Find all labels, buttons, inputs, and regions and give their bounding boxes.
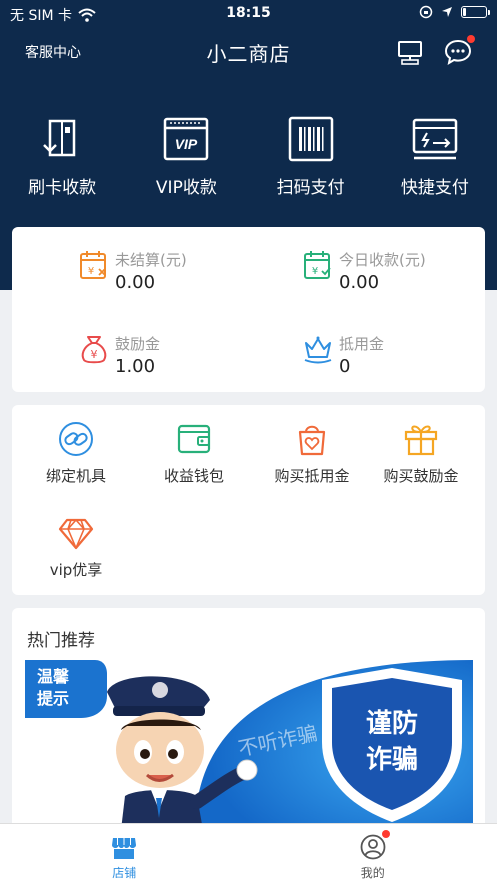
quick-action-card-swipe[interactable]: 刷卡收款 <box>0 115 124 198</box>
tab-mine[interactable]: 我的 <box>249 824 497 883</box>
wallet-icon <box>177 424 211 454</box>
stat-today-receipt[interactable]: ¥ 今日收款(元) 0.00 <box>303 249 483 309</box>
function-label: 收益钱包 <box>163 467 224 485</box>
function-wallet[interactable]: 收益钱包 <box>135 421 253 486</box>
function-label: 绑定机具 <box>45 467 106 485</box>
quick-action-label: 快捷支付 <box>400 178 469 198</box>
function-bind-device[interactable]: 绑定机具 <box>17 421 135 486</box>
section-title: 热门推荐 <box>27 631 95 651</box>
shield-line1: 谨防 <box>366 709 418 739</box>
tab-label: 店铺 <box>112 866 137 880</box>
function-label: vip优享 <box>49 561 103 579</box>
battery-icon <box>461 6 490 18</box>
tab-label: 我的 <box>360 866 385 880</box>
today-receipt-calendar-icon: ¥ <box>304 251 331 279</box>
message-badge <box>467 35 475 43</box>
quick-action-label: 扫码支付 <box>276 178 345 198</box>
quick-action-label: VIP收款 <box>155 178 217 198</box>
shopping-bag-icon <box>298 425 326 456</box>
banner-tag-line1: 温馨 <box>36 667 70 686</box>
unsettled-calendar-icon: ¥ <box>80 251 106 279</box>
barcode-scan-icon <box>288 116 333 162</box>
store-icon <box>112 838 137 859</box>
tab-store[interactable]: 店铺 <box>0 824 249 883</box>
profile-icon <box>360 834 386 860</box>
stat-value: 0.00 <box>339 272 380 293</box>
quick-action-quick-pay[interactable]: 快捷支付 <box>373 115 497 198</box>
navbar: 客服中心 小二商店 <box>0 30 497 74</box>
diamond-icon <box>58 518 94 550</box>
message-icon[interactable] <box>444 35 475 66</box>
card-swipe-icon <box>43 119 76 157</box>
svg-text:¥: ¥ <box>91 348 98 361</box>
terminal-icon[interactable] <box>396 38 424 66</box>
rotation-lock-icon <box>419 5 433 19</box>
stat-label: 抵用金 <box>339 335 385 353</box>
functions-card: 绑定机具 收益钱包 购买抵用金 购买鼓励金 vip优享 <box>12 405 485 595</box>
stat-label: 未结算(元) <box>115 251 187 269</box>
crown-icon <box>304 336 332 364</box>
stat-unsettled[interactable]: ¥ 未结算(元) 0.00 <box>79 249 259 309</box>
function-vip[interactable]: vip优享 <box>17 515 135 580</box>
svg-text:¥: ¥ <box>312 266 318 277</box>
stats-card: ¥ 未结算(元) 0.00 ¥ 今日收款(元) 0.00 ¥ 鼓励金 1.00 <box>12 227 485 392</box>
function-label: 购买鼓励金 <box>383 467 459 485</box>
stat-value: 0.00 <box>115 272 156 293</box>
vip-badge-text: VIP <box>175 136 198 152</box>
profile-badge <box>381 830 390 838</box>
quick-action-scan[interactable]: 扫码支付 <box>249 115 373 198</box>
function-label: 购买抵用金 <box>274 467 350 485</box>
anti-fraud-banner[interactable]: 不听诈骗 温馨 提示 谨防 诈骗 <box>25 660 473 830</box>
quick-pay-icon <box>412 118 458 160</box>
stat-bonus[interactable]: ¥ 鼓励金 1.00 <box>79 333 259 393</box>
link-icon <box>59 422 93 456</box>
shield-line2: 诈骗 <box>366 744 418 775</box>
quick-action-label: 刷卡收款 <box>28 178 97 198</box>
hot-recommend-card: 热门推荐 不听诈骗 温馨 提示 谨防 诈骗 <box>12 608 485 838</box>
stat-voucher[interactable]: 抵用金 0 <box>303 333 483 393</box>
quick-actions: 刷卡收款 VIP VIP收款 扫码支付 快捷支付 <box>0 115 497 198</box>
stat-label: 今日收款(元) <box>339 251 426 269</box>
banner-tag-line2: 提示 <box>37 689 69 708</box>
function-buy-voucher[interactable]: 购买抵用金 <box>253 421 371 486</box>
stat-value: 0 <box>339 356 351 377</box>
stat-value: 1.00 <box>115 356 156 377</box>
location-icon <box>442 7 452 17</box>
svg-text:¥: ¥ <box>88 266 94 277</box>
money-bag-icon: ¥ <box>81 336 107 364</box>
stat-label: 鼓励金 <box>115 335 161 353</box>
gift-icon <box>404 425 438 456</box>
function-buy-bonus[interactable]: 购买鼓励金 <box>362 421 480 486</box>
quick-action-vip[interactable]: VIP VIP收款 <box>124 115 248 198</box>
vip-card-icon: VIP <box>164 117 209 161</box>
tab-bar: 店铺 我的 <box>0 823 497 883</box>
status-bar: 无 SIM 卡 18:15 <box>0 0 497 28</box>
